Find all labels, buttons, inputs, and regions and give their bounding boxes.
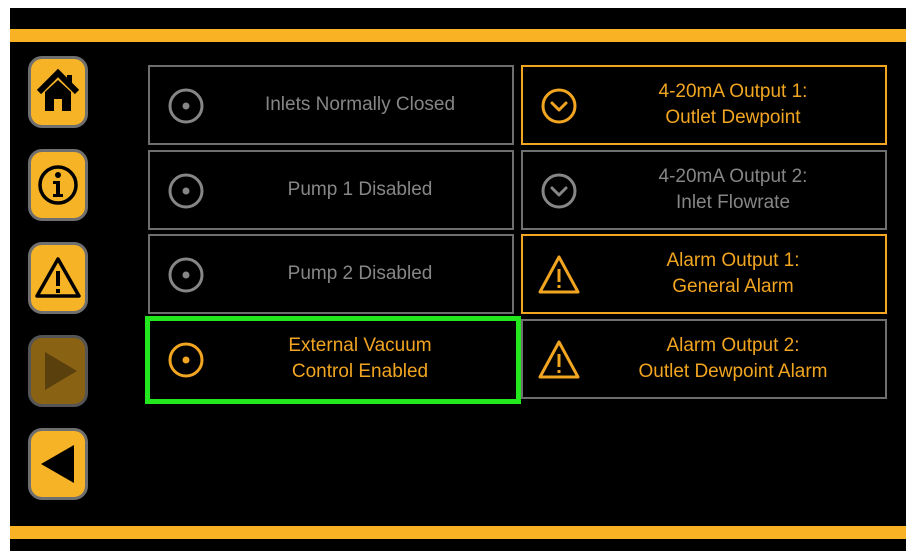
dropdown-chevron-icon [541, 173, 577, 209]
input-pump-1-disabled[interactable]: Pump 1 Disabled [148, 150, 514, 230]
input-label: Inlets Normally Closed [264, 94, 456, 115]
input-label: Pump 2 Disabled [287, 263, 433, 284]
output-label: 4-20mA Output 2: Inlet Flowrate [658, 166, 808, 213]
output-label: Alarm Output 2: Outlet Dewpoint Alarm [638, 335, 828, 382]
warning-icon [538, 340, 580, 379]
radio-icon [168, 88, 204, 124]
play-icon [45, 352, 77, 390]
warning-icon [35, 257, 81, 298]
input-label: Pump 1 Disabled [287, 179, 433, 200]
home-icon [36, 68, 80, 111]
info-icon [38, 165, 78, 205]
warning-icon [538, 255, 580, 294]
radio-icon [168, 342, 204, 378]
input-inlets-normally-closed[interactable]: Inlets Normally Closed [148, 65, 514, 145]
info-button[interactable] [28, 149, 88, 221]
back-arrow-icon [41, 445, 74, 483]
play-button[interactable] [28, 335, 88, 407]
input-external-vacuum-control[interactable]: External Vacuum Control Enabled [148, 319, 514, 399]
bottom-accent-bar [10, 526, 906, 539]
output-label: Alarm Output 1: General Alarm [666, 250, 800, 297]
input-pump-2-disabled[interactable]: Pump 2 Disabled [148, 234, 514, 314]
output-4-20ma-1[interactable]: 4-20mA Output 1: Outlet Dewpoint [521, 65, 887, 145]
output-alarm-2[interactable]: Alarm Output 2: Outlet Dewpoint Alarm [521, 319, 887, 399]
output-4-20ma-2[interactable]: 4-20mA Output 2: Inlet Flowrate [521, 150, 887, 230]
back-button[interactable] [28, 428, 88, 500]
input-label: External Vacuum Control Enabled [288, 335, 432, 382]
alarm-button[interactable] [28, 242, 88, 314]
dropdown-chevron-icon [541, 88, 577, 124]
top-accent-bar [10, 29, 906, 42]
output-alarm-1[interactable]: Alarm Output 1: General Alarm [521, 234, 887, 314]
radio-icon [168, 257, 204, 293]
home-button[interactable] [28, 56, 88, 128]
radio-icon [168, 173, 204, 209]
output-label: 4-20mA Output 1: Outlet Dewpoint [658, 81, 808, 128]
hmi-screen: Inlets Normally Closed Pump 1 Disabled P… [10, 8, 906, 551]
